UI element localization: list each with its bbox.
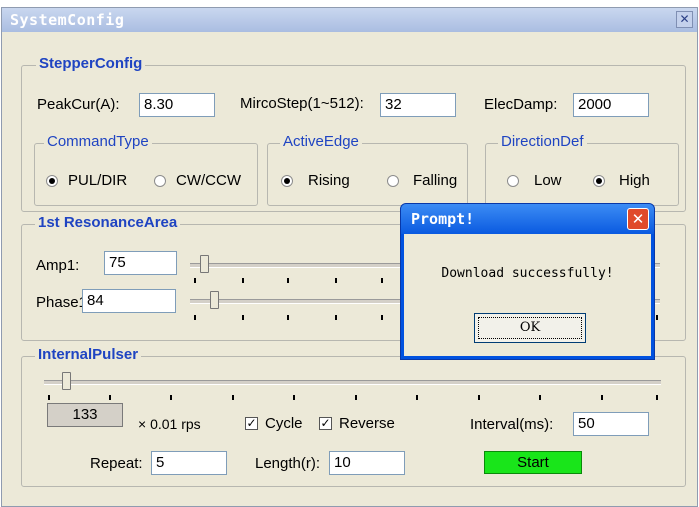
- elecdamp-label: ElecDamp:: [484, 96, 558, 113]
- radio-falling-label: Falling: [413, 172, 458, 189]
- commandtype-label: CommandType: [44, 133, 152, 151]
- ok-button-label: OK: [478, 317, 582, 339]
- start-button[interactable]: Start: [484, 451, 582, 474]
- amp1-label: Amp1:: [36, 257, 80, 274]
- pulser-slider-thumb[interactable]: [62, 372, 71, 390]
- reverse-label: Reverse: [339, 415, 395, 432]
- stepper-config-label: StepperConfig: [36, 55, 146, 73]
- resonance-label: 1st ResonanceArea: [35, 214, 181, 232]
- phase1-slider-thumb[interactable]: [210, 291, 219, 309]
- radio-cw-ccw[interactable]: [154, 175, 166, 187]
- radio-low[interactable]: [507, 175, 519, 187]
- microstep-field[interactable]: 32: [380, 93, 456, 117]
- reverse-checkbox[interactable]: ✓: [319, 417, 332, 430]
- internal-pulser-label: InternalPulser: [35, 346, 142, 364]
- checkmark-icon: ✓: [246, 416, 257, 430]
- ok-button[interactable]: OK: [474, 313, 586, 343]
- elecdamp-field[interactable]: 2000: [573, 93, 649, 117]
- interval-field[interactable]: 50: [573, 412, 649, 436]
- radio-high[interactable]: [593, 175, 605, 187]
- prompt-close-button[interactable]: ✕: [627, 208, 649, 230]
- title-bar[interactable]: SystemConfig ✕: [2, 8, 697, 32]
- radio-falling[interactable]: [387, 175, 399, 187]
- radio-rising[interactable]: [281, 175, 293, 187]
- radio-pul-dir-label: PUL/DIR: [68, 172, 128, 189]
- prompt-title: Prompt!: [411, 210, 475, 228]
- repeat-label: Repeat:: [90, 455, 143, 472]
- prompt-message: Download successfully!: [441, 266, 614, 281]
- checkmark-icon: ✓: [320, 416, 331, 430]
- window-title: SystemConfig: [10, 11, 125, 29]
- activeedge-label: ActiveEdge: [280, 133, 362, 151]
- length-label: Length(r):: [255, 455, 321, 472]
- repeat-field[interactable]: 5: [151, 451, 227, 475]
- close-icon: ✕: [631, 210, 645, 228]
- peakcur-field[interactable]: 8.30: [139, 93, 215, 117]
- prompt-title-bar[interactable]: Prompt! ✕: [401, 204, 654, 234]
- microstep-label: MircoStep(1~512):: [240, 95, 364, 112]
- prompt-dialog: Prompt! ✕ Download successfully! OK: [400, 203, 655, 360]
- phase1-field[interactable]: 84: [82, 289, 176, 313]
- prompt-body: Download successfully! OK: [404, 234, 651, 356]
- radio-pul-dir[interactable]: [46, 175, 58, 187]
- directiondef-label: DirectionDef: [498, 133, 587, 151]
- amp1-slider-thumb[interactable]: [200, 255, 209, 273]
- length-field[interactable]: 10: [329, 451, 405, 475]
- radio-cw-ccw-label: CW/CCW: [176, 172, 241, 189]
- pulser-slider-track[interactable]: [44, 380, 661, 385]
- radio-low-label: Low: [534, 172, 562, 189]
- radio-rising-label: Rising: [308, 172, 350, 189]
- pulser-slider-ticks: [44, 395, 661, 403]
- interval-label: Interval(ms):: [470, 416, 554, 433]
- speed-unit-label: × 0.01 rps: [138, 416, 201, 432]
- peakcur-label: PeakCur(A):: [37, 96, 120, 113]
- amp1-field[interactable]: 75: [104, 251, 177, 275]
- cycle-label: Cycle: [265, 415, 303, 432]
- speed-readout: 133: [47, 403, 123, 427]
- radio-high-label: High: [619, 172, 650, 189]
- cycle-checkbox[interactable]: ✓: [245, 417, 258, 430]
- window-close-button[interactable]: ✕: [676, 11, 693, 28]
